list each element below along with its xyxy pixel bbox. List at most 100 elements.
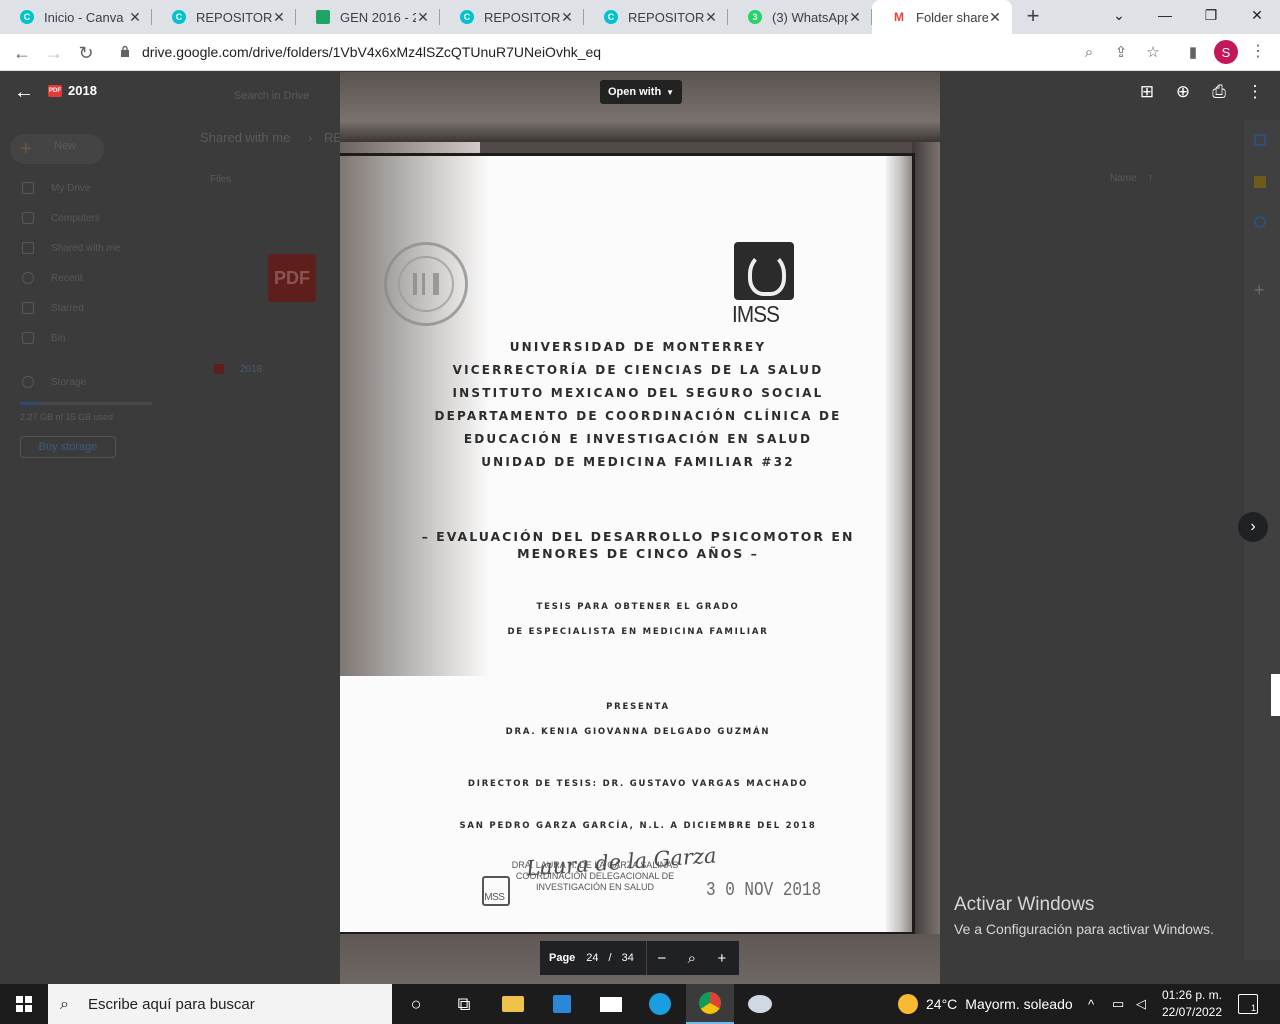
close-viewer-back-icon[interactable]: ←	[14, 81, 34, 104]
task-view-icon[interactable]: ⧉	[440, 984, 488, 1024]
close-tab-icon[interactable]: ✕	[704, 9, 718, 26]
zoom-magnifier-icon[interactable]: ⌕	[677, 941, 707, 975]
header-line: EDUCACIÓN E INVESTIGACIÓN EN SALUD	[463, 432, 813, 446]
pdf-file-icon	[214, 364, 224, 374]
buy-storage-button: Buy storage	[20, 436, 116, 458]
close-tab-icon[interactable]: ✕	[272, 9, 286, 26]
url-text: drive.google.com/drive/folders/1VbV4x6xM…	[142, 44, 602, 60]
nav-shared-with-me: Shared with me	[22, 242, 120, 254]
new-plus-icon: +	[20, 138, 32, 160]
thesis-title-line: MENORES DE CINCO AÑOS –	[517, 546, 759, 561]
breadcrumb-separator-icon: ›	[308, 130, 313, 145]
volume-muted-icon[interactable]: ◁	[1136, 984, 1146, 1024]
thesis-title-line: – EVALUACIÓN DEL DESARROLLO PSICOMOTOR E…	[421, 529, 855, 544]
windows-start-icon[interactable]	[0, 984, 48, 1024]
profile-avatar[interactable]: S	[1214, 40, 1238, 64]
file-explorer-icon[interactable]	[489, 984, 537, 1024]
gmail-icon: M	[892, 10, 906, 24]
close-tab-icon[interactable]: ✕	[560, 9, 574, 26]
zoom-out-icon[interactable]: −	[647, 941, 677, 975]
university-seal	[384, 242, 468, 326]
browser-tab[interactable]: GEN 2016 - 20 ✕	[296, 0, 440, 34]
tab-search-icon[interactable]: ⌄	[1096, 0, 1142, 30]
pdf-file-icon: PDF	[48, 85, 62, 97]
share-icon[interactable]: ⇪	[1112, 43, 1130, 61]
header-line: INSTITUTO MEXICANO DEL SEGURO SOCIAL	[452, 386, 824, 400]
taskbar-search-input[interactable]: ⌕ Escribe aquí para buscar	[48, 984, 392, 1024]
snipping-tool-icon[interactable]	[736, 984, 784, 1024]
microsoft-store-icon[interactable]	[538, 984, 586, 1024]
pdf-page: IMSS UNIVERSIDAD DE MONTERREY VICERRECTO…	[340, 142, 940, 984]
browser-tab[interactable]: C REPOSITORIO ✕	[440, 0, 584, 34]
notification-center-icon[interactable]: 1	[1238, 994, 1258, 1014]
minimize-window-icon[interactable]: —	[1142, 0, 1188, 30]
page-label: Page	[549, 952, 576, 964]
side-panel-icon[interactable]: ▮	[1184, 43, 1202, 61]
show-hidden-icons-icon[interactable]: ^	[1088, 984, 1094, 1024]
viewer-header: ← PDF 2018 Open with ▼ ⊞ ⊕ ⎙ ⋮	[0, 72, 1280, 112]
scrollbar-thumb[interactable]	[1271, 674, 1280, 716]
restore-window-icon[interactable]: ❐	[1188, 0, 1234, 30]
add-to-drive-icon[interactable]: ⊞	[1136, 82, 1158, 104]
network-icon[interactable]: ▭	[1112, 984, 1124, 1024]
print-icon[interactable]: ⎙	[1208, 82, 1230, 104]
bookmark-star-icon[interactable]: ☆	[1144, 43, 1162, 61]
canva-icon: C	[460, 10, 474, 24]
whatsapp-icon: 3	[748, 10, 762, 24]
stamp-line: DRA. LAURA H. DE LA GARZA SALINAS	[511, 860, 679, 870]
pdf-thumbnail: PDF	[268, 254, 316, 302]
browser-tab-active[interactable]: M Folder shared ✕	[872, 0, 1012, 34]
place-and-date: SAN PEDRO GARZA GARCÍA, N.L. A DICIEMBRE…	[459, 821, 817, 831]
nav-storage: Storage	[22, 376, 86, 388]
google-drive-icon	[316, 10, 330, 24]
zoom-icon[interactable]: ⌕	[1080, 43, 1098, 61]
weather-sun-icon	[898, 994, 918, 1014]
page-controls: Page 24 / 34 − ⌕ +	[540, 941, 739, 975]
forward-icon[interactable]: →	[41, 40, 67, 66]
header-line: UNIVERSIDAD DE MONTERREY	[509, 340, 767, 354]
browser-tab[interactable]: C REPOSITORIO ✕	[584, 0, 728, 34]
files-label: Files	[210, 174, 232, 185]
more-actions-icon[interactable]: ⋮	[1244, 82, 1266, 104]
file-row-name: 2018	[240, 364, 263, 375]
nav-bin: Bin	[22, 332, 65, 344]
stamp-line: INVESTIGACIÓN EN SALUD	[535, 882, 655, 892]
browser-tab[interactable]: C REPOSITORIO ✕	[152, 0, 296, 34]
canva-icon: C	[172, 10, 186, 24]
reload-icon[interactable]: ↻	[73, 40, 99, 66]
total-pages: 34	[621, 952, 634, 964]
close-tab-icon[interactable]: ✕	[416, 9, 430, 26]
weather-widget[interactable]: 24°C Mayorm. soleado	[898, 984, 1073, 1024]
system-clock[interactable]: 01:26 p. m. 22/07/2022	[1154, 987, 1230, 1021]
author-name: DRA. KENIA GIOVANNA DELGADO GUZMÁN	[505, 727, 771, 737]
browser-tab[interactable]: 3 (3) WhatsApp ✕	[728, 0, 872, 34]
new-tab-button[interactable]: +	[1022, 5, 1044, 28]
mail-icon[interactable]	[587, 984, 635, 1024]
current-page-number[interactable]: 24	[586, 952, 598, 964]
presenta-label: PRESENTA	[606, 702, 670, 712]
edge-icon[interactable]	[636, 984, 684, 1024]
back-icon[interactable]: ←	[9, 40, 35, 66]
zoom-in-icon[interactable]: +	[707, 941, 737, 975]
nav-starred: Starred	[22, 302, 84, 314]
close-window-icon[interactable]: ✕	[1234, 0, 1280, 30]
close-tab-icon[interactable]: ✕	[848, 9, 862, 26]
close-tab-icon[interactable]: ✕	[988, 9, 1002, 26]
address-bar[interactable]: drive.google.com/drive/folders/1VbV4x6xM…	[108, 37, 1248, 67]
name-column-header: Name	[1110, 173, 1137, 184]
browser-tab[interactable]: C Inicio - Canva ✕	[0, 0, 152, 34]
caret-down-icon: ▼	[666, 87, 675, 97]
sort-arrow-up-icon: ↑	[1148, 172, 1154, 184]
open-with-button[interactable]: Open with ▼	[600, 80, 683, 104]
next-file-icon[interactable]: ›	[1238, 512, 1268, 542]
browser-menu-icon[interactable]: ⋮	[1248, 40, 1268, 64]
windows-activation-watermark: Activar Windows Ve a Configuración para …	[954, 894, 1214, 937]
close-tab-icon[interactable]: ✕	[128, 9, 142, 26]
browser-toolbar: ← → ↻ drive.google.com/drive/folders/1Vb…	[0, 34, 1280, 71]
new-button: New	[54, 140, 77, 152]
breadcrumb-root: Shared with me	[200, 130, 291, 145]
add-comment-icon[interactable]: ⊕	[1172, 82, 1194, 104]
cortana-icon[interactable]: ○	[392, 984, 440, 1024]
storage-used-text: 2.27 GB of 15 GB used	[20, 412, 114, 422]
chrome-icon[interactable]	[686, 984, 734, 1024]
